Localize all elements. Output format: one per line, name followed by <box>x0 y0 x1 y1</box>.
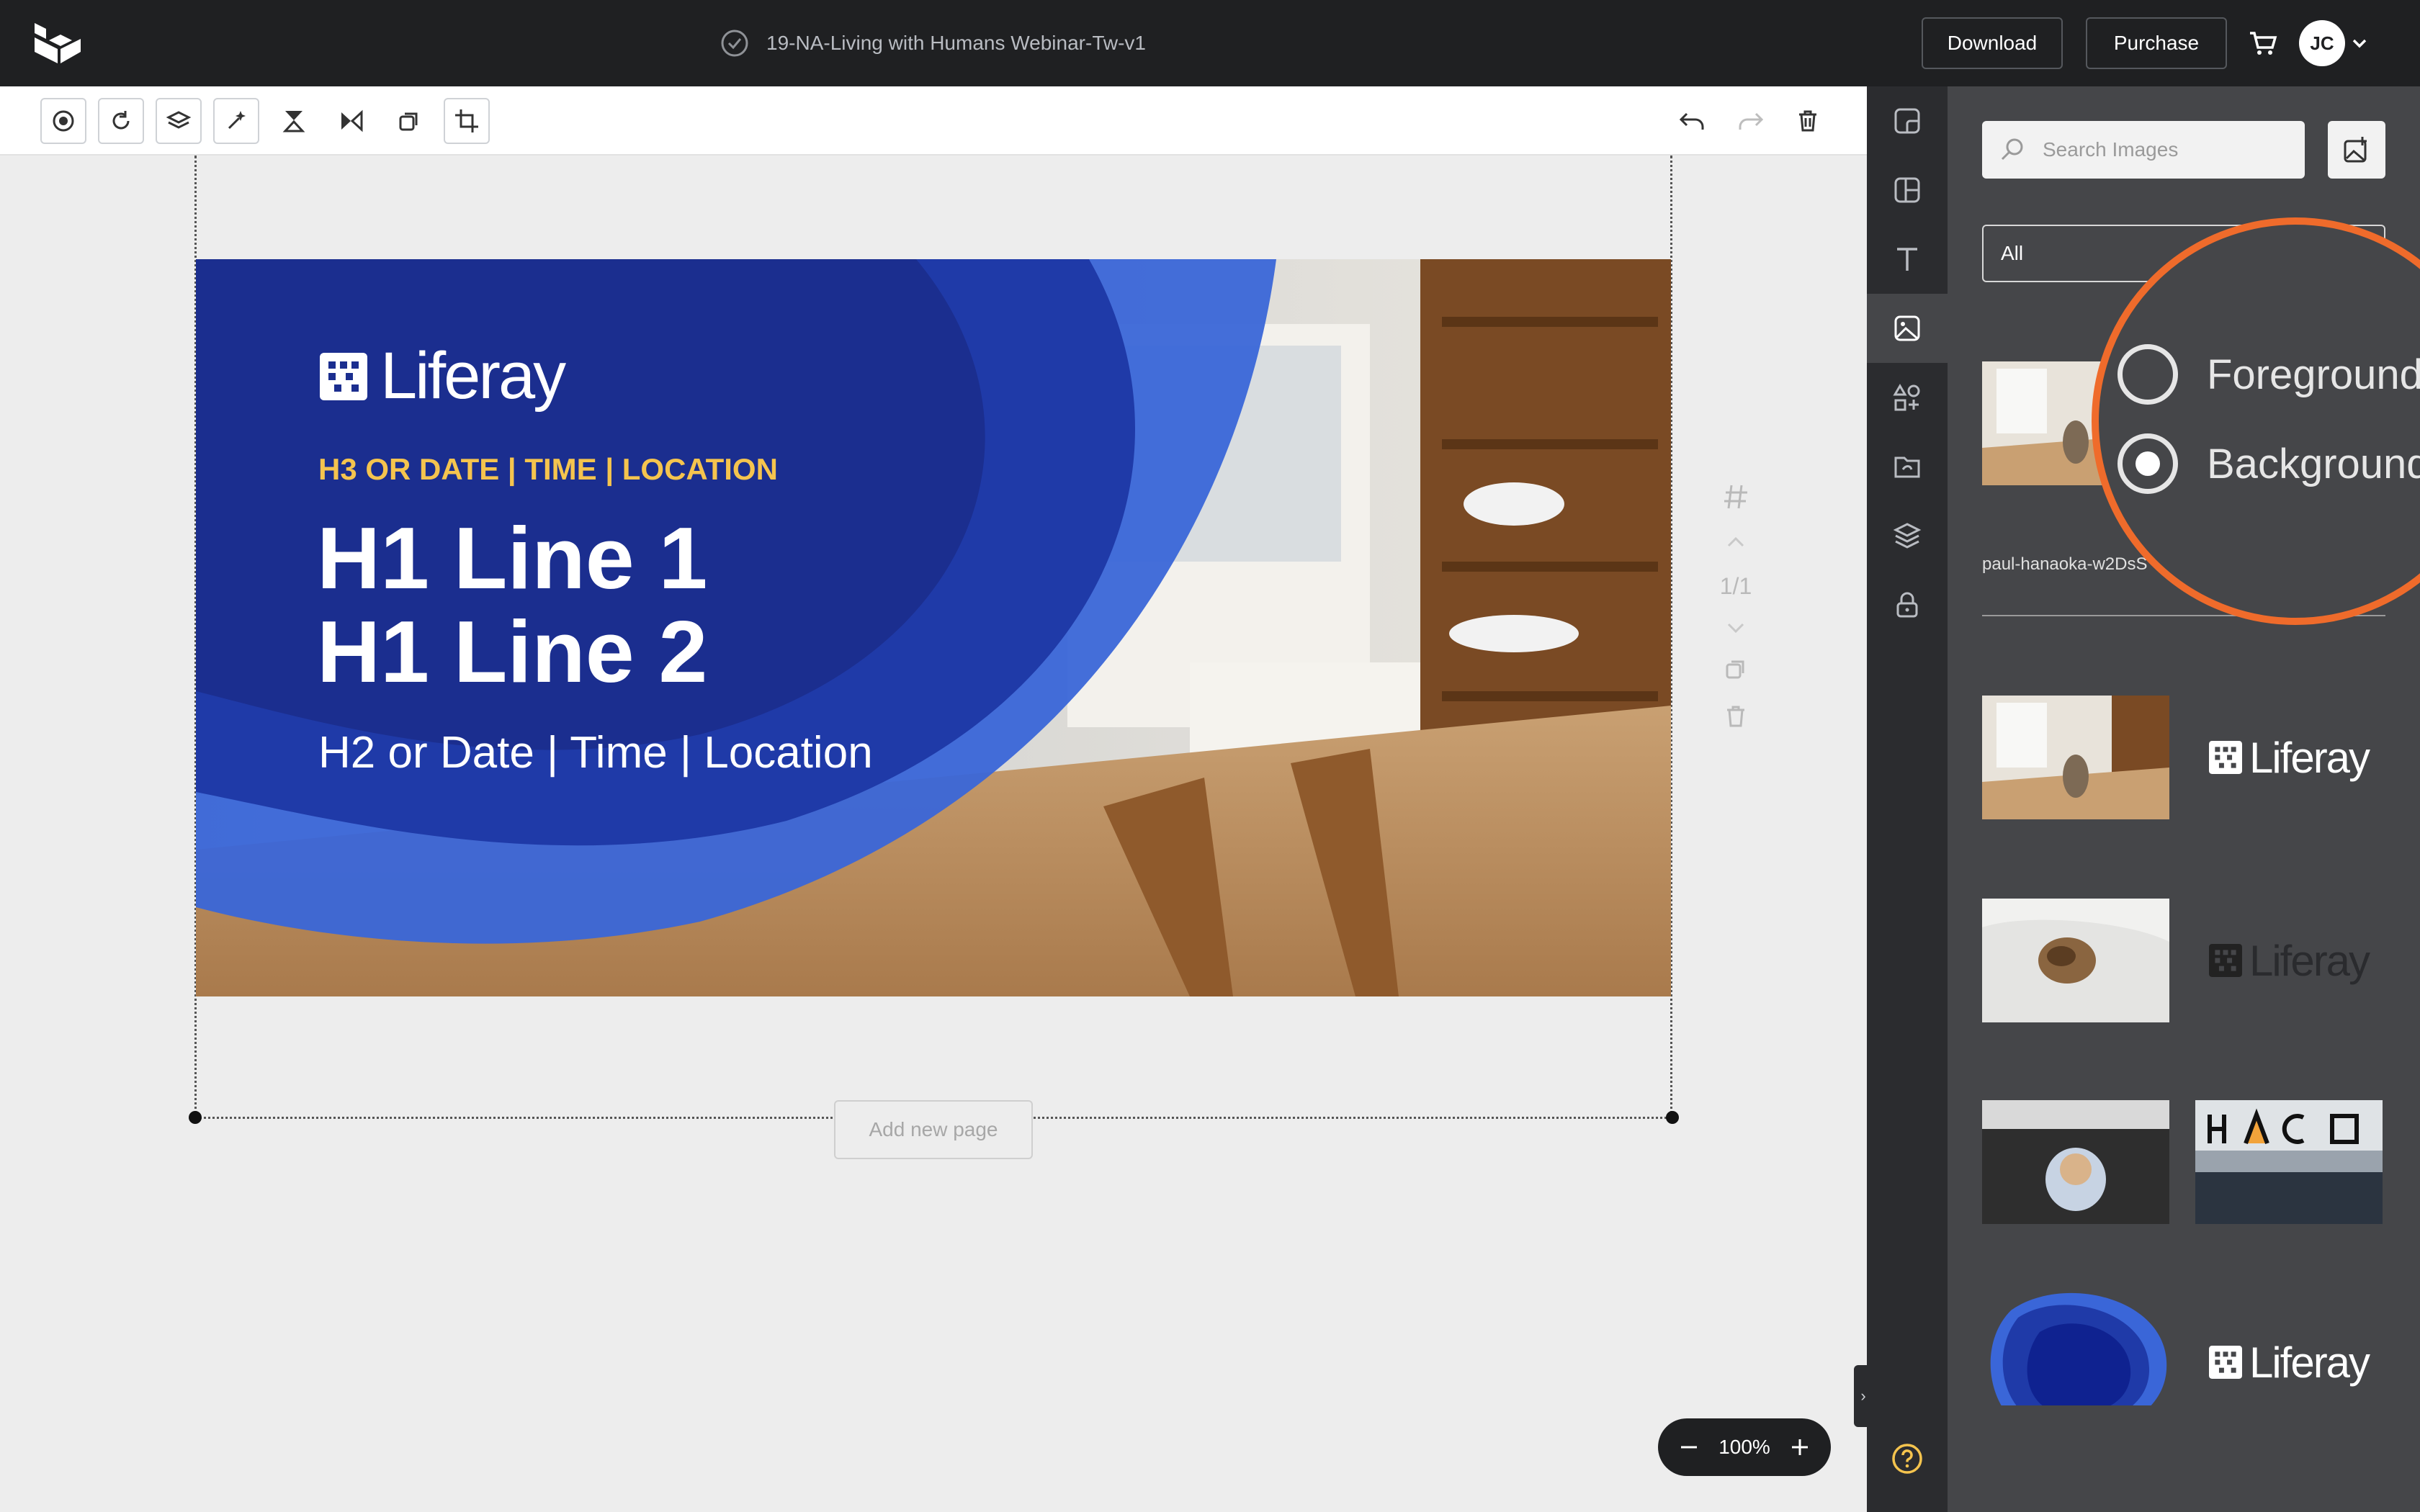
banner-design[interactable]: Liferay H3 OR DATE | TIME | LOCATION H1 … <box>196 259 1671 996</box>
foreground-label: Foreground <box>2207 351 2420 398</box>
rail-elements-icon[interactable] <box>1867 363 1948 432</box>
upload-image-button[interactable] <box>2328 121 2385 179</box>
page-controls: 1/1 <box>1714 475 1757 763</box>
filter-tool-icon[interactable] <box>40 98 86 144</box>
rail-images-icon[interactable] <box>1867 294 1948 363</box>
cart-icon[interactable] <box>2246 26 2280 60</box>
image-thumbnail[interactable] <box>2195 1100 2383 1224</box>
search-icon <box>2001 138 2023 161</box>
page-up-icon[interactable] <box>1723 530 1749 556</box>
chevron-down-icon[interactable] <box>2349 33 2370 53</box>
editor-toolbar <box>0 86 1867 156</box>
liferay-logo-icon <box>2208 944 2242 977</box>
rail-templates-icon[interactable] <box>1867 86 1948 156</box>
banner-logo: Liferay <box>320 338 566 414</box>
rail-layers-icon[interactable] <box>1867 501 1948 570</box>
logo-tile-text: Liferay <box>2249 1338 2370 1387</box>
resize-handle-bottom-right[interactable] <box>1666 1111 1679 1124</box>
duplicate-page-icon[interactable] <box>1723 656 1749 682</box>
banner-logo-text: Liferay <box>380 339 566 413</box>
document-title: 19-NA-Living with Humans Webinar-Tw-v1 <box>720 22 1146 65</box>
chevron-right-icon: › <box>1860 1387 1866 1405</box>
background-option[interactable]: Background <box>2118 433 2420 494</box>
search-input[interactable] <box>2043 138 2287 161</box>
search-field[interactable] <box>1982 121 2305 179</box>
logo-tile-text: Liferay <box>2249 936 2370 985</box>
user-avatar[interactable]: JC <box>2299 20 2345 66</box>
page-down-icon[interactable] <box>1723 614 1749 640</box>
zoom-out-icon[interactable] <box>1678 1436 1700 1458</box>
banner-h1: H1 Line 1 H1 Line 2 <box>317 511 707 698</box>
saved-check-icon <box>721 30 748 57</box>
liferay-logo-icon <box>2208 1346 2242 1379</box>
app-logo-icon[interactable] <box>29 19 84 68</box>
redo-icon[interactable] <box>1727 98 1773 144</box>
layers-tool-icon[interactable] <box>156 98 202 144</box>
page-indicator: 1/1 <box>1719 573 1752 599</box>
shape-thumbnail[interactable] <box>1982 1282 2169 1405</box>
foreground-option[interactable]: Foreground <box>2118 344 2420 405</box>
document-title-text: 19-NA-Living with Humans Webinar-Tw-v1 <box>766 32 1146 54</box>
radio-selected-dot <box>2136 451 2160 476</box>
rail-text-icon[interactable] <box>1867 225 1948 294</box>
grid-hash-icon[interactable] <box>1721 482 1750 511</box>
side-rail <box>1867 86 1948 1512</box>
zoom-control: 100% <box>1658 1418 1831 1476</box>
banner-h1-line1: H1 Line 1 <box>317 509 708 607</box>
rotate-icon[interactable] <box>98 98 144 144</box>
flip-horizontal-icon[interactable] <box>328 98 375 144</box>
delete-page-icon[interactable] <box>1723 703 1749 729</box>
add-new-page-button[interactable]: Add new page <box>834 1100 1033 1159</box>
image-thumbnail[interactable] <box>1982 899 2169 1022</box>
purchase-button[interactable]: Purchase <box>2086 17 2227 69</box>
add-image-icon <box>2344 137 2367 163</box>
logo-tile[interactable]: Liferay <box>2195 899 2383 1022</box>
foreground-radio[interactable] <box>2118 344 2178 405</box>
liferay-logo-icon <box>320 352 367 400</box>
background-label: Background <box>2207 440 2420 487</box>
collapse-panel-button[interactable]: › <box>1854 1365 1873 1427</box>
delete-icon[interactable] <box>1785 98 1831 144</box>
background-radio[interactable] <box>2118 433 2178 494</box>
crop-icon[interactable] <box>444 98 490 144</box>
rail-brand-folder-icon[interactable] <box>1867 432 1948 501</box>
rail-lock-icon[interactable] <box>1867 570 1948 639</box>
logo-tile[interactable]: Liferay <box>2195 1300 2383 1424</box>
banner-h2: H2 or Date | Time | Location <box>318 728 873 778</box>
liferay-logo-icon <box>2208 741 2242 774</box>
image-thumbnail[interactable] <box>1982 696 2169 819</box>
logo-tile[interactable]: Liferay <box>2195 696 2383 819</box>
image-filename: paul-hanaoka-w2DsS <box>1982 554 2148 574</box>
zoom-level: 100% <box>1718 1436 1770 1458</box>
logo-tile-text: Liferay <box>2249 733 2370 782</box>
resize-handle-bottom-left[interactable] <box>189 1111 202 1124</box>
zoom-in-icon[interactable] <box>1789 1436 1811 1458</box>
duplicate-icon[interactable] <box>386 98 432 144</box>
flip-vertical-icon[interactable] <box>271 98 317 144</box>
download-button[interactable]: Download <box>1922 17 2063 69</box>
rail-layouts-icon[interactable] <box>1867 156 1948 225</box>
banner-h1-line2: H1 Line 2 <box>317 603 708 701</box>
banner-h3: H3 OR DATE | TIME | LOCATION <box>318 452 778 486</box>
undo-icon[interactable] <box>1670 98 1716 144</box>
magic-wand-icon[interactable] <box>213 98 259 144</box>
help-icon[interactable] <box>1890 1441 1924 1476</box>
image-thumbnail[interactable] <box>1982 1100 2169 1224</box>
